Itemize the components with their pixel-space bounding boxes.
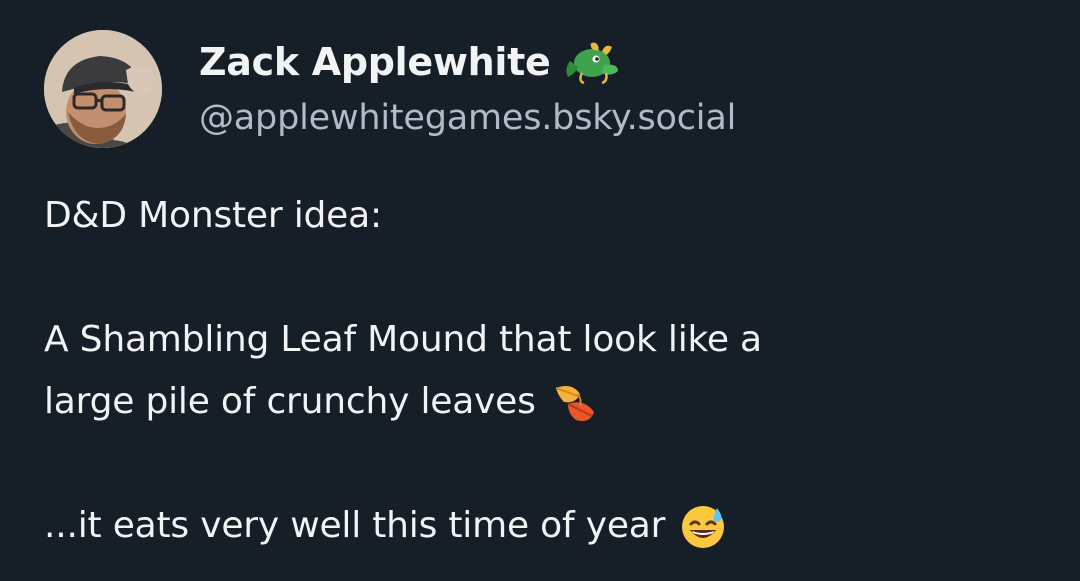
author-handle[interactable]: @applewhitegames.bsky.social [199, 98, 736, 138]
display-name[interactable]: Zack Applewhite [199, 40, 551, 84]
avatar[interactable] [44, 30, 162, 148]
post-line: A Shambling Leaf Mound that look like a [44, 319, 762, 360]
dragon-face-icon [566, 42, 619, 85]
author-header: Zack Applewhite [199, 36, 620, 88]
line-spacer [44, 433, 1044, 495]
post-body: D&D Monster idea: A Shambling Leaf Mound… [44, 185, 1044, 557]
post-line-text: ...it eats very well this time of year [44, 505, 666, 546]
post-line: D&D Monster idea: [44, 195, 382, 236]
post-line-with-emoji: large pile of crunchy leaves [44, 371, 1044, 433]
grinning-sweat-face-icon [682, 506, 725, 548]
fallen-leaf-icon [555, 386, 594, 421]
line-spacer [44, 247, 1044, 309]
post-line-with-emoji: ...it eats very well this time of year [44, 495, 1044, 557]
avatar-photo [44, 30, 162, 148]
post-line-text: large pile of crunchy leaves [44, 381, 536, 422]
post-card: Zack Applewhite @applewhitegames.bsky.so… [0, 0, 1080, 581]
